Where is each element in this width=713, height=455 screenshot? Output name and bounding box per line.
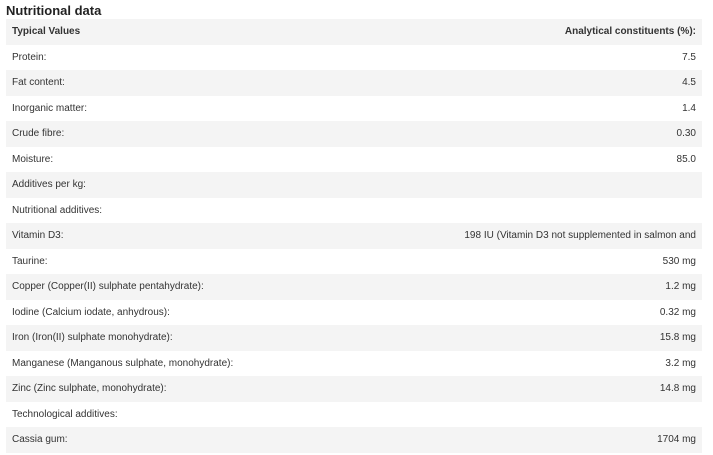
table-row: Technological additives:: [6, 402, 702, 428]
nutrition-section: Nutritional data Typical Values Analytic…: [0, 0, 713, 453]
nutrition-table: Typical Values Analytical constituents (…: [6, 19, 702, 453]
row-label: Iodine (Calcium iodate, anhydrous):: [12, 306, 170, 318]
row-label: Moisture:: [12, 153, 54, 165]
row-value: [354, 402, 702, 428]
row-value: 0.32 mg: [659, 306, 696, 318]
table-row: Cassia gum: 1704 mg: [6, 427, 702, 453]
row-value: 1.4: [682, 102, 696, 114]
table-row: Taurine: 530 mg: [6, 249, 702, 275]
row-value: 1.2 mg: [665, 281, 696, 293]
row-value: 85.0: [676, 153, 696, 165]
table-row: Inorganic matter: 1.4: [6, 96, 702, 122]
row-label: Nutritional additives:: [12, 204, 103, 216]
row-value: 4.5: [682, 77, 696, 89]
row-label: Zinc (Zinc sulphate, monohydrate):: [12, 383, 167, 395]
row-value: 1704 mg: [657, 434, 696, 446]
row-label: Iron (Iron(II) sulphate monohydrate):: [12, 332, 173, 344]
row-label: Additives per kg:: [12, 179, 86, 191]
table-row: Zinc (Zinc sulphate, monohydrate): 14.8 m…: [6, 376, 702, 402]
header-analytical-constituents: Analytical constituents (%):: [564, 26, 696, 38]
table-row: Copper (Copper(II) sulphate pentahydrate…: [6, 274, 702, 300]
row-label: Copper (Copper(II) sulphate pentahydrate…: [12, 281, 204, 293]
row-label: Taurine:: [12, 255, 48, 267]
row-value: 14.8 mg: [659, 383, 696, 395]
table-row: Additives per kg:: [6, 172, 702, 198]
table-row: Fat content: 4.5: [6, 70, 702, 96]
row-value: 7.5: [682, 51, 696, 63]
row-label: Inorganic matter:: [12, 102, 88, 114]
table-row: Iron (Iron(II) sulphate monohydrate): 15.…: [6, 325, 702, 351]
table-row: Moisture: 85.0: [6, 147, 702, 173]
table-row: Crude fibre: 0.30: [6, 121, 702, 147]
row-value: 15.8 mg: [659, 332, 696, 344]
row-value: [354, 198, 702, 224]
table-row: Vitamin D3: 198 IU (Vitamin D3 not supple…: [6, 223, 702, 249]
table-row: Iodine (Calcium iodate, anhydrous): 0.32 …: [6, 300, 702, 326]
table-row: Manganese (Manganous sulphate, monohydra…: [6, 351, 702, 377]
row-label: Vitamin D3:: [12, 230, 64, 242]
table-header-row: Typical Values Analytical constituents (…: [6, 19, 702, 45]
row-label: Protein:: [12, 51, 47, 63]
row-label: Technological additives:: [12, 408, 118, 420]
header-typical-values: Typical Values: [12, 26, 81, 38]
row-label: Fat content:: [12, 77, 65, 89]
row-label: Crude fibre:: [12, 128, 65, 140]
row-label: Manganese (Manganous sulphate, monohydra…: [12, 357, 234, 369]
row-value: 0.30: [676, 128, 696, 140]
table-row: Protein: 7.5: [6, 45, 702, 71]
row-value: 198 IU (Vitamin D3 not supplemented in s…: [464, 230, 696, 242]
row-label: Cassia gum:: [12, 434, 68, 446]
table-row: Nutritional additives:: [6, 198, 702, 224]
section-title: Nutritional data: [6, 3, 102, 18]
row-value: 3.2 mg: [665, 357, 696, 369]
row-value: 530 mg: [662, 255, 696, 267]
row-value: [354, 172, 702, 198]
